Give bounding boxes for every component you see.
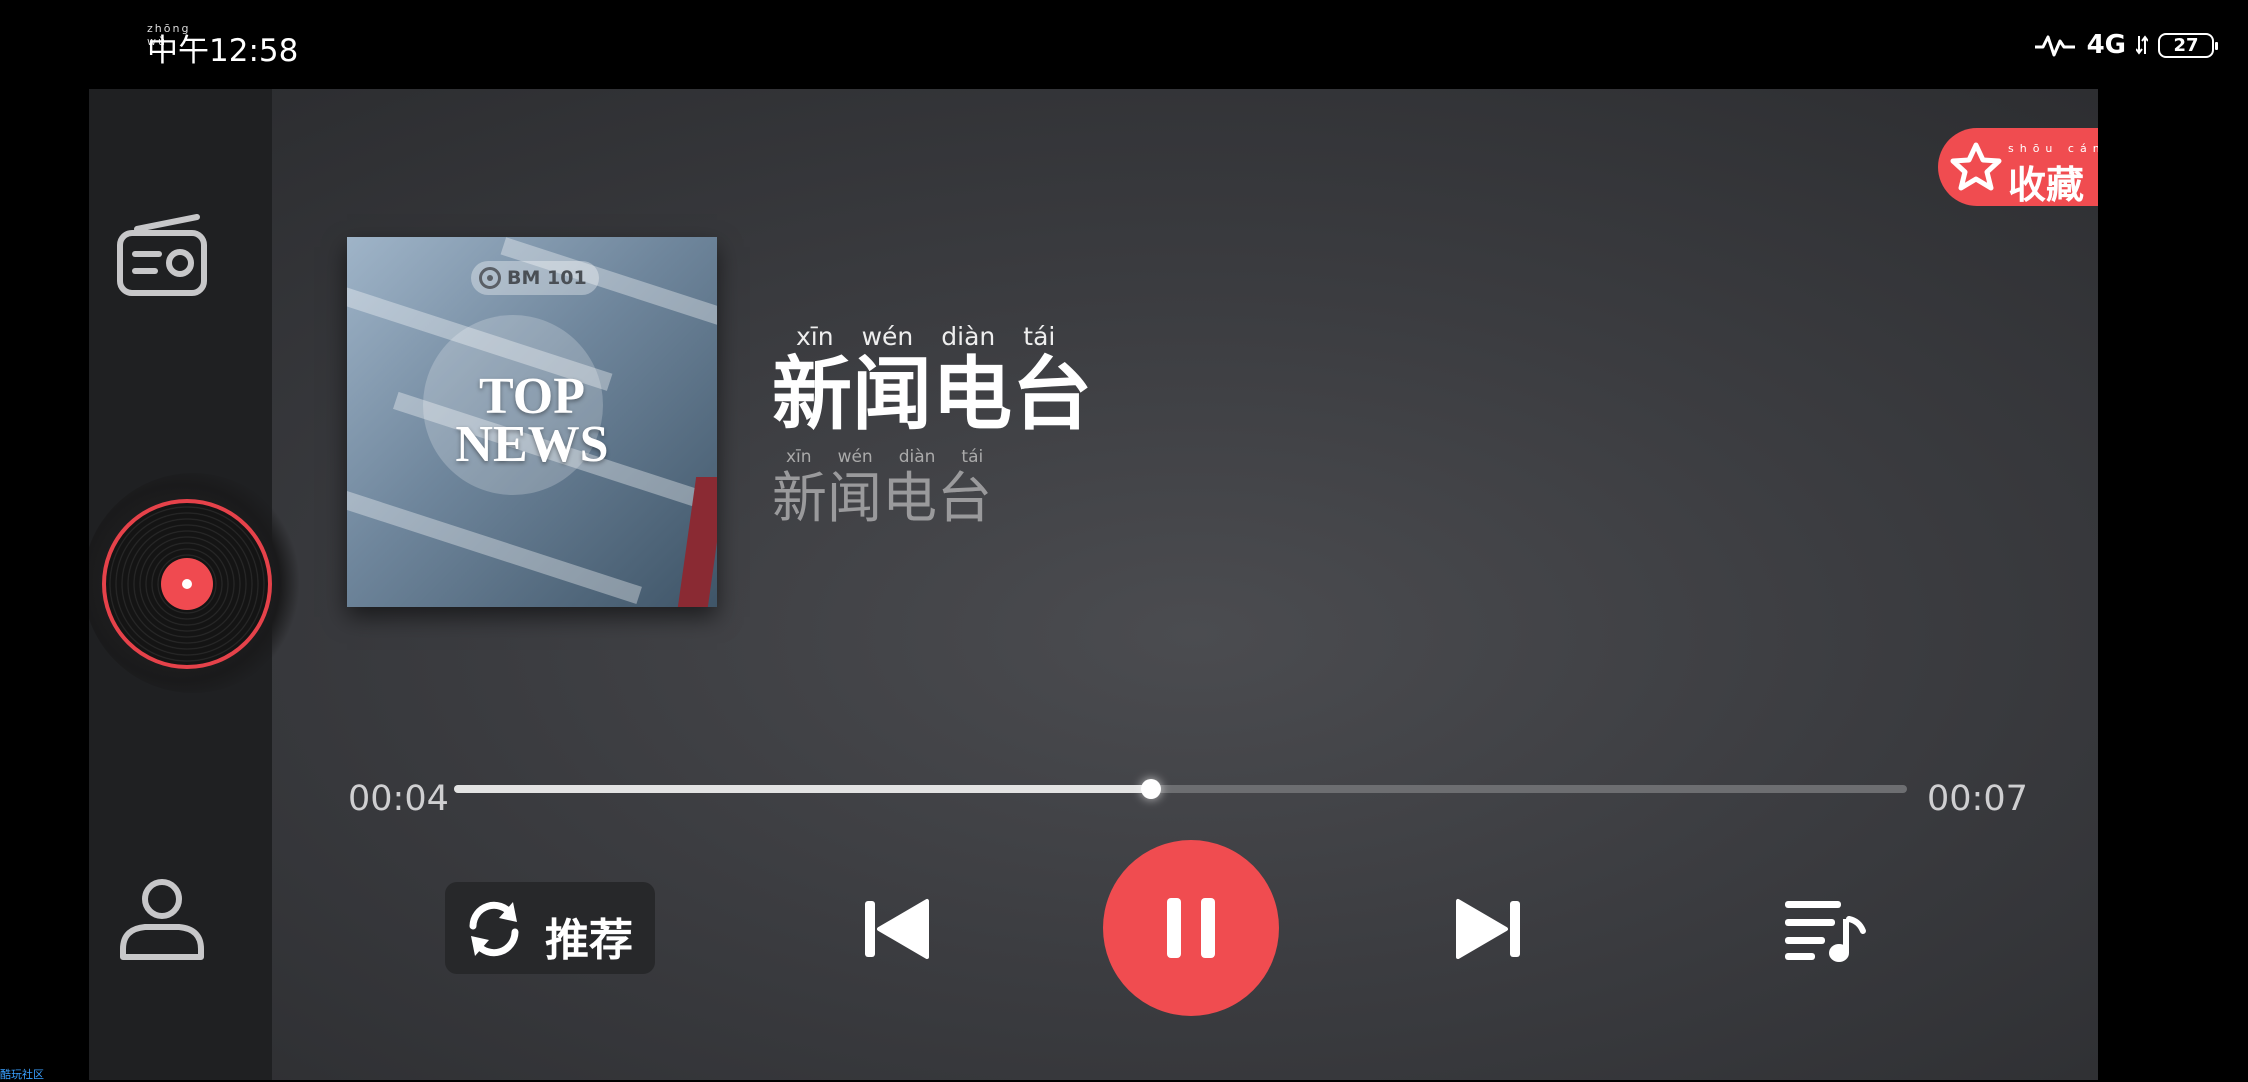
recommend-button[interactable]: 推荐 [445,882,655,974]
pinyin-syllable: wén [837,447,873,467]
total-time: 00:07 [1927,779,2028,819]
status-indicators: 4G 27 [2033,30,2218,60]
player-panel: shōu cáng 收藏 BM 101 TOP NEWS xīn wén dià… [89,89,2098,1080]
cover-badge-text: BM 101 [507,267,587,289]
recommend-label: 推荐 [545,915,633,966]
radio-icon[interactable] [115,207,209,301]
station-cover-art: BM 101 TOP NEWS [347,237,717,607]
favorite-button[interactable]: shōu cáng 收藏 [1938,128,2098,207]
pinyin-syllable: diàn [898,447,936,467]
station-title: 新闻电台 [772,348,1092,441]
pinyin-syllable: tái [1023,322,1056,351]
playlist-icon[interactable] [1783,895,1867,965]
status-bar: zhōng wǔ 中午12:58 4G 27 [0,0,2248,89]
star-icon [1950,142,2002,191]
progress-thumb[interactable] [1141,779,1162,799]
pause-icon-bar [1201,898,1215,958]
network-type: 4G [2086,30,2126,60]
pinyin-syllable: xīn [796,322,834,351]
title-pinyin: xīn wén diàn tái [796,322,1055,351]
vinyl-disc-button[interactable] [89,473,309,693]
progress-fill [454,785,1152,793]
subtitle-pinyin: xīn wén diàn tái [786,447,983,467]
station-subtitle: 新闻电台 [772,466,993,530]
pinyin-syllable: wén [861,322,914,351]
pinyin-syllable: diàn [941,322,996,351]
pinyin-syllable: tái [961,447,984,467]
battery-level: 27 [2173,34,2199,56]
progress-slider[interactable] [454,779,1907,799]
pinyin-syllable: xīn [786,447,812,467]
previous-button[interactable] [861,897,931,961]
sidebar [89,89,303,1080]
next-button[interactable] [1454,897,1524,961]
disc-hole [182,579,192,589]
cover-title-line2: NEWS [455,416,609,473]
vinyl-disc-icon [102,499,272,669]
battery-indicator: 27 [2158,32,2218,58]
broadcast-icon [479,267,501,289]
cover-title-line1: TOP [479,368,585,425]
pause-button[interactable] [1103,840,1279,1016]
favorite-label: 收藏 [2008,163,2085,207]
pause-icon [1167,898,1181,958]
cover-badge: BM 101 [471,261,599,295]
user-icon[interactable] [115,869,209,963]
current-time: 00:04 [348,779,449,819]
refresh-icon [469,901,519,957]
signal-activity-icon [2034,35,2075,57]
clock: 中午12:58 [147,33,299,69]
data-arrows-icon [2136,35,2148,55]
